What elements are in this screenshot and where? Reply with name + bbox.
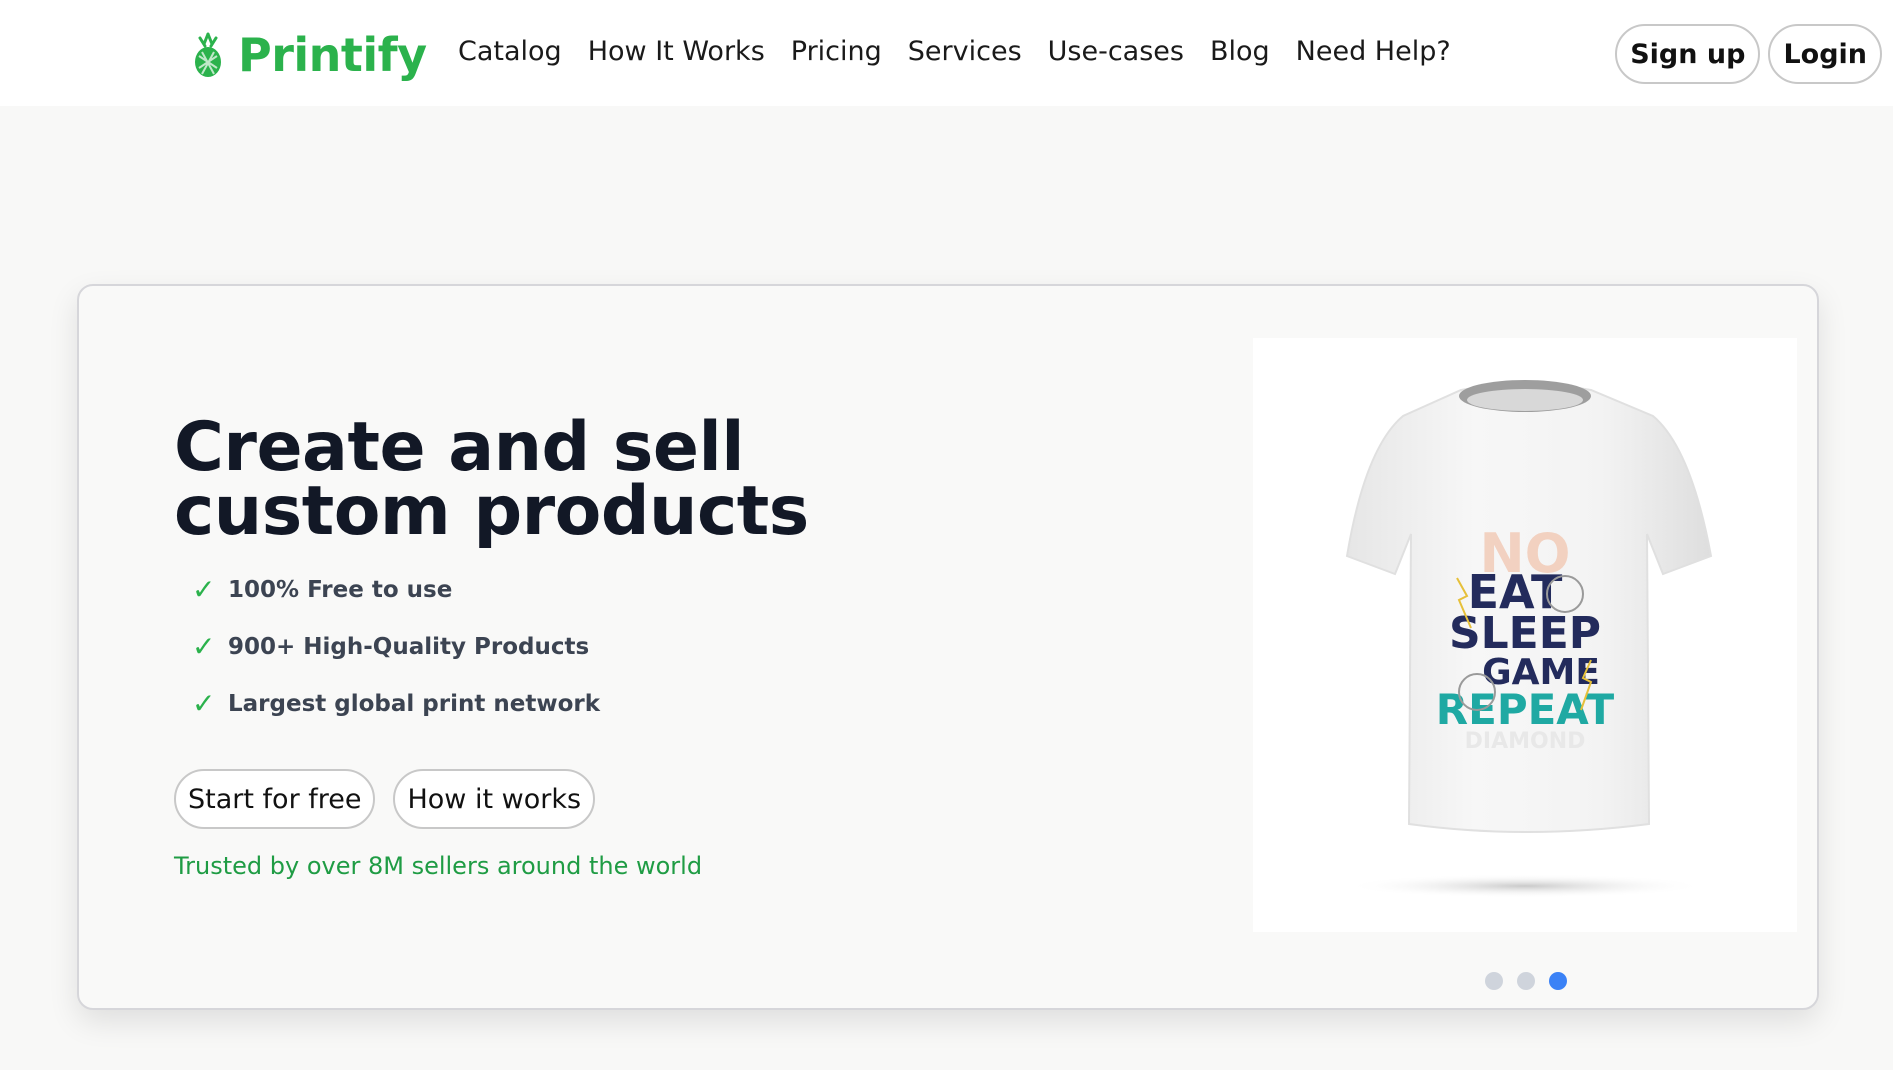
signup-button[interactable]: Sign up [1615,24,1761,84]
feature-text: Largest global print network [228,690,601,717]
nav-item-how-it-works[interactable]: How It Works [588,36,765,67]
nav-item-services[interactable]: Services [908,36,1022,67]
carousel-dot[interactable] [1517,972,1535,990]
feature-item: ✓ 900+ High-Quality Products [192,618,600,675]
nav-item-use-cases[interactable]: Use-cases [1048,36,1184,67]
brand-logo[interactable]: Printify [190,26,427,84]
feature-list: ✓ 100% Free to use ✓ 900+ High-Quality P… [192,561,600,732]
hero-card: Create and sell custom products ✓ 100% F… [77,284,1819,1010]
site-header: Printify Catalog How It Works Pricing Se… [0,0,1893,106]
auth-buttons: Sign up Login [1615,24,1882,84]
nav-item-catalog[interactable]: Catalog [458,36,562,67]
nav-item-blog[interactable]: Blog [1210,36,1270,67]
feature-text: 100% Free to use [228,576,453,603]
check-icon: ✓ [192,687,216,720]
cta-buttons: Start for free How it works [174,769,596,829]
nav-item-pricing[interactable]: Pricing [791,36,882,67]
login-button[interactable]: Login [1768,24,1882,84]
feature-item: ✓ 100% Free to use [192,561,600,618]
feature-item: ✓ Largest global print network [192,675,600,732]
product-image: NO EAT SLEEP GAME REPEAT DIAMOND [1253,338,1797,932]
brand-name: Printify [238,28,427,82]
check-icon: ✓ [192,630,216,663]
how-it-works-button[interactable]: How it works [393,769,596,829]
trusted-text: Trusted by over 8M sellers around the wo… [174,852,703,880]
carousel-dot[interactable] [1485,972,1503,990]
tshirt-illustration: NO EAT SLEEP GAME REPEAT DIAMOND [1345,380,1713,898]
pineapple-logo-icon [195,32,221,77]
check-icon: ✓ [192,573,216,606]
main-nav: Catalog How It Works Pricing Services Us… [458,36,1451,67]
start-for-free-button[interactable]: Start for free [174,769,376,829]
feature-text: 900+ High-Quality Products [228,633,590,660]
svg-text:DIAMOND: DIAMOND [1465,729,1586,754]
carousel-dot-active[interactable] [1549,972,1567,990]
hero-title: Create and sell custom products [174,408,809,551]
carousel-indicators [1485,972,1567,990]
nav-item-need-help[interactable]: Need Help? [1296,36,1451,67]
